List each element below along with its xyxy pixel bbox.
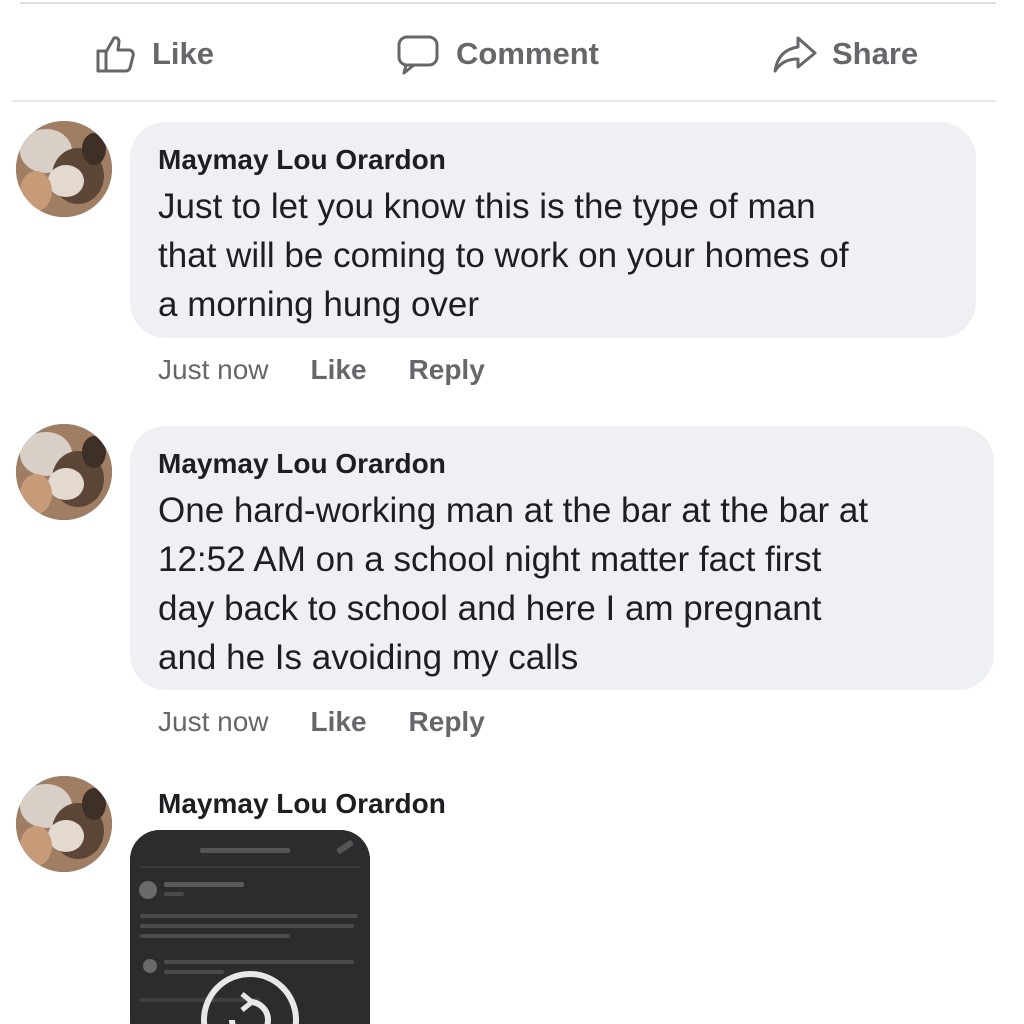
avatar[interactable] [16,121,112,217]
thumbs-up-icon [94,32,138,76]
comment-like-button[interactable]: Like [311,352,367,388]
share-arrow-icon [772,32,818,76]
comment-text-line: that will be coming to work on your home… [158,236,849,275]
comment-timestamp: Just now [158,706,269,737]
comment-timestamp: Just now [158,354,269,385]
comment-author[interactable]: Maymay Lou Orardon [158,142,948,178]
post-comments-view: Like Comment Share Maymay Lou Orardon Ju… [0,0,1024,1024]
post-action-bar: Like Comment Share [0,22,1024,88]
comment-text-line: Just to let you know this is the type of… [158,187,816,226]
comment-bubble: Maymay Lou Orardon Just to let you know … [130,122,976,338]
comment-like-button[interactable]: Like [311,704,367,740]
top-divider [20,2,996,4]
speech-bubble-icon [396,32,442,76]
like-label: Like [152,36,215,71]
comment-text-line: and he Is avoiding my calls [158,638,579,677]
comment-attachment-image[interactable] [130,830,370,1024]
comment-text-line: day back to school and here I am pregnan… [158,589,822,628]
comment-text: One hard-working man at the bar at the b… [158,486,966,682]
avatar[interactable] [16,776,112,872]
share-label: Share [832,36,919,71]
comment-text-line: a morning hung over [158,285,480,324]
like-button[interactable]: Like [94,32,214,76]
share-button[interactable]: Share [772,32,918,76]
comment-reply-button[interactable]: Reply [409,352,485,388]
comment-reply-button[interactable]: Reply [409,704,485,740]
comment-text-line: One hard-working man at the bar at the b… [158,491,869,530]
comment-author[interactable]: Maymay Lou Orardon [158,786,446,822]
comment-text-line: 12:52 AM on a school night matter fact f… [158,540,822,579]
comment-author[interactable]: Maymay Lou Orardon [158,446,966,482]
comment-text: Just to let you know this is the type of… [158,182,948,329]
comment-meta: Just now Like Reply [158,352,485,388]
comment-meta: Just now Like Reply [158,704,485,740]
action-bar-divider [12,100,996,102]
comment-button[interactable]: Comment [396,32,599,76]
avatar[interactable] [16,424,112,520]
comment-label: Comment [456,36,599,71]
comment-bubble: Maymay Lou Orardon One hard-working man … [130,426,994,690]
